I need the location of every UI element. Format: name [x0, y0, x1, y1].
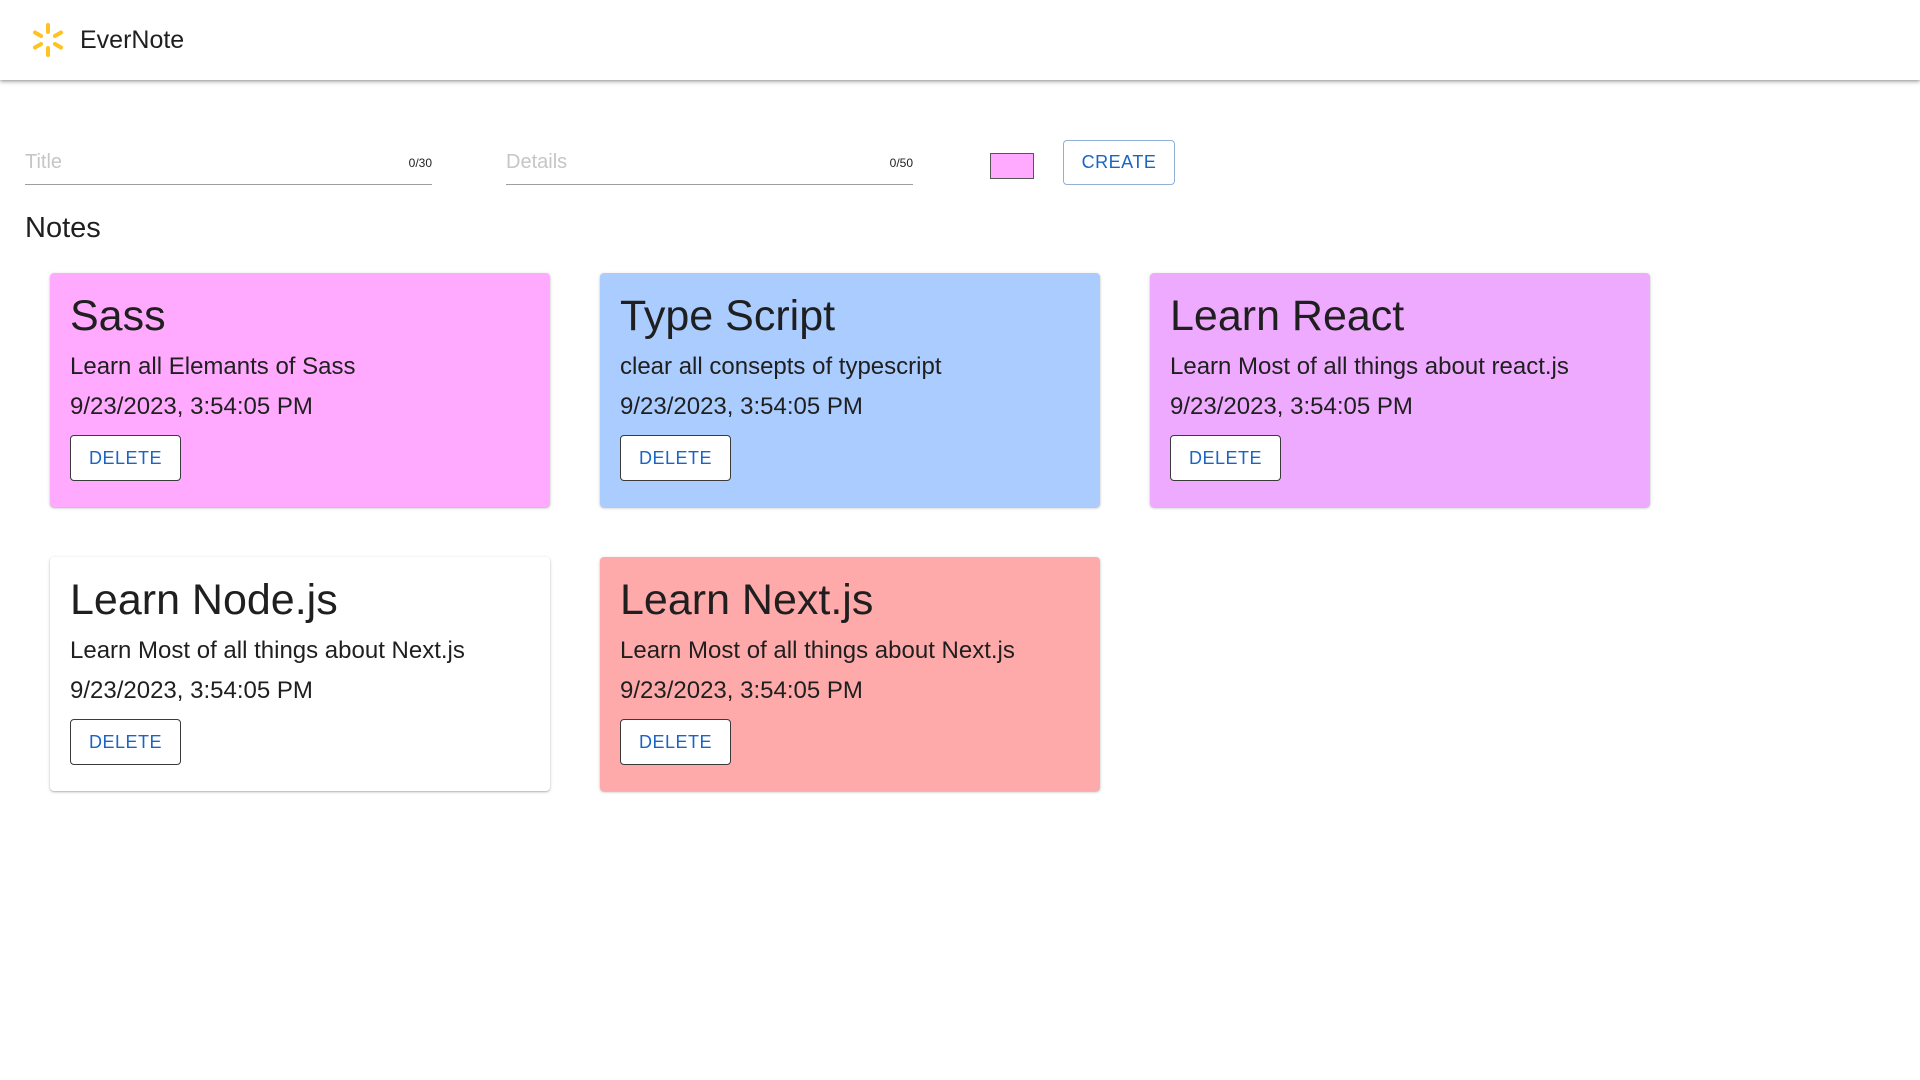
delete-button[interactable]: DELETE [70, 435, 181, 481]
delete-button[interactable]: DELETE [70, 719, 181, 765]
details-field[interactable]: 0/50 [506, 140, 913, 185]
note-date: 9/23/2023, 3:54:05 PM [70, 393, 313, 420]
note-date: 9/23/2023, 3:54:05 PM [70, 677, 313, 704]
note-details: Learn all Elemants of Sass [70, 353, 356, 380]
note-card: Sass Learn all Elemants of Sass 9/23/202… [50, 273, 550, 507]
note-date: 9/23/2023, 3:54:05 PM [620, 393, 863, 420]
title-input[interactable] [25, 148, 395, 176]
note-details: Learn Most of all things about react.js [1170, 353, 1569, 380]
spark-icon [33, 23, 63, 57]
details-input[interactable] [506, 148, 876, 176]
notes-heading: Notes [25, 212, 101, 244]
note-details: Learn Most of all things about Next.js [620, 637, 1015, 664]
note-card: Type Script clear all consepts of typesc… [600, 273, 1100, 507]
delete-button[interactable]: DELETE [620, 719, 731, 765]
create-button[interactable]: CREATE [1063, 140, 1175, 185]
note-title: Type Script [620, 292, 836, 340]
delete-button[interactable]: DELETE [1170, 435, 1281, 481]
note-date: 9/23/2023, 3:54:05 PM [1170, 393, 1413, 420]
title-field[interactable]: 0/30 [25, 140, 432, 185]
brand-name: EverNote [80, 26, 185, 54]
note-date: 9/23/2023, 3:54:05 PM [620, 677, 863, 704]
note-title: Learn Next.js [620, 576, 874, 624]
note-title: Learn Node.js [70, 576, 338, 624]
note-details: Learn Most of all things about Next.js [70, 637, 465, 664]
color-picker[interactable] [990, 153, 1034, 179]
note-details: clear all consepts of typescript [620, 353, 942, 380]
note-title: Sass [70, 292, 166, 340]
note-card: Learn React Learn Most of all things abo… [1150, 273, 1650, 507]
note-card: Learn Node.js Learn Most of all things a… [50, 557, 550, 791]
note-title: Learn React [1170, 292, 1405, 340]
delete-button[interactable]: DELETE [620, 435, 731, 481]
app-bar: EverNote [0, 0, 1920, 80]
note-card: Learn Next.js Learn Most of all things a… [600, 557, 1100, 791]
details-char-counter: 0/50 [889, 156, 913, 170]
title-char-counter: 0/30 [408, 156, 432, 170]
